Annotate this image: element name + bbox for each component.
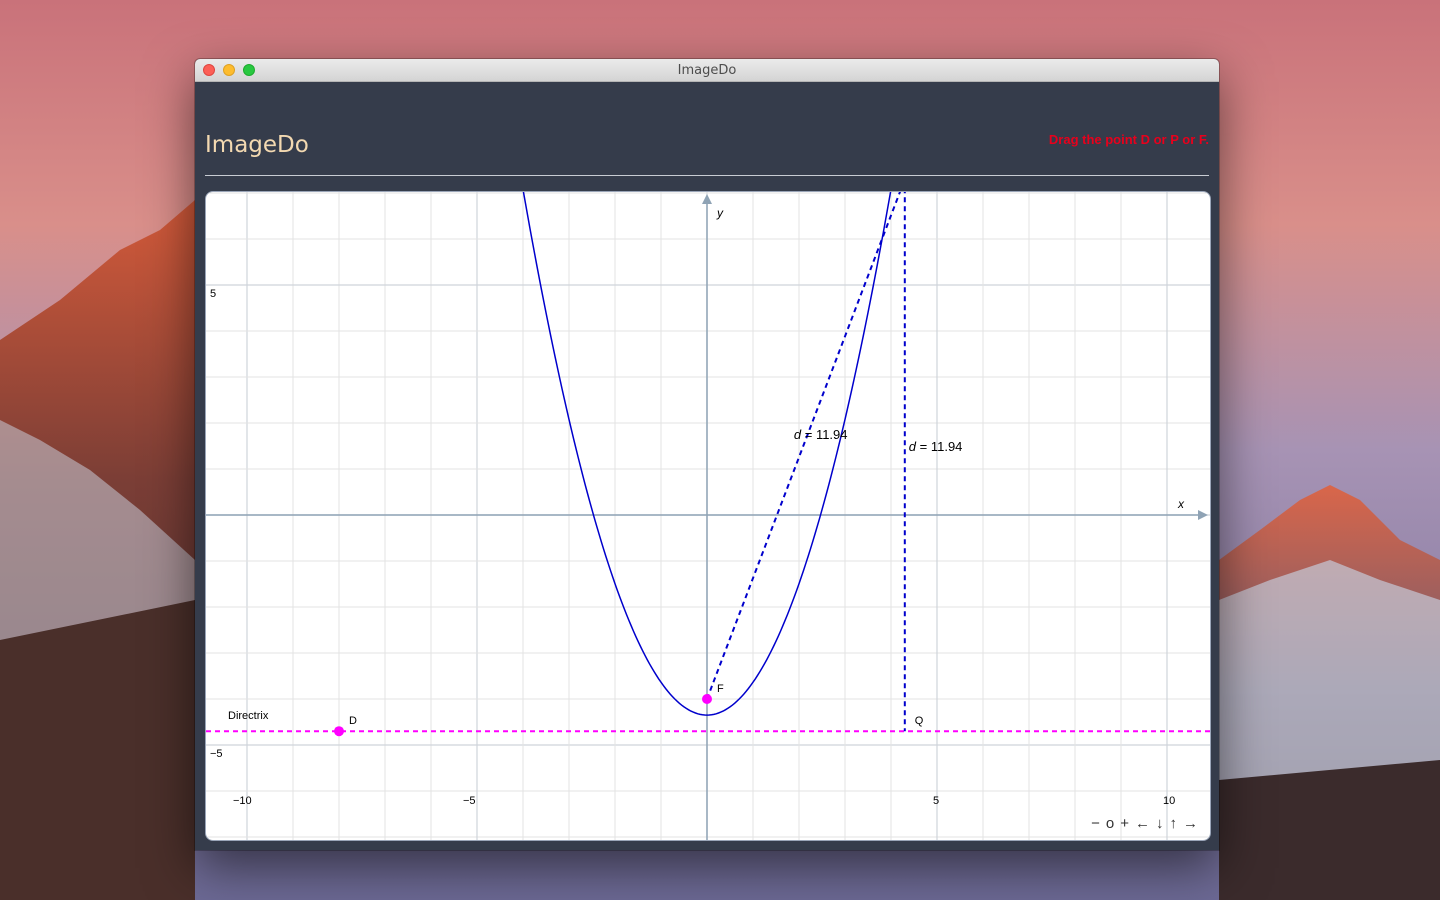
app-window: ImageDo ImageDo Drag the point D or P or… <box>195 59 1219 850</box>
segment-PF <box>706 192 901 700</box>
x-axis-arrow <box>1198 510 1208 520</box>
y-axis-label: y <box>716 206 724 220</box>
y-tick-label: 5 <box>210 288 216 300</box>
directrix-label: Directrix <box>228 710 269 722</box>
pan-down-button[interactable]: ↓ <box>1154 815 1166 832</box>
distance-PF-value: = 11.94 <box>801 427 847 442</box>
y-axis-arrow <box>702 194 712 204</box>
pan-up-button[interactable]: ↑ <box>1168 815 1180 832</box>
pan-left-button[interactable]: ← <box>1133 815 1152 832</box>
header-divider <box>205 175 1209 176</box>
x-tick-label: 5 <box>933 795 939 807</box>
point-F-label: F <box>717 683 724 695</box>
x-tick-label: 10 <box>1163 795 1175 807</box>
zoom-in-button[interactable]: + <box>1118 815 1131 832</box>
point-D[interactable] <box>334 726 344 737</box>
zoom-out-button[interactable]: − <box>1089 815 1102 832</box>
board-navigation: − o + ← ↓ ↑ → <box>1089 815 1200 832</box>
plot-canvas[interactable]: x y −10 −5 5 10 5 −5 Directrix d = 11.94 d = 11.94… <box>206 192 1210 840</box>
distance-PQ-value: = 11.94 <box>916 439 962 454</box>
x-tick-label: −10 <box>233 795 252 807</box>
y-tick-label: −5 <box>210 748 223 760</box>
x-tick-label: −5 <box>463 795 476 807</box>
grid <box>206 192 1210 840</box>
geometry-board[interactable]: x y −10 −5 5 10 5 −5 Directrix d = 11.94 d = 11.94… <box>205 191 1211 841</box>
window-title: ImageDo <box>677 63 737 78</box>
instruction-text: Drag the point D or P or F. <box>1048 132 1209 147</box>
zoom-reset-button[interactable]: o <box>1104 815 1116 832</box>
window-titlebar[interactable]: ImageDo <box>195 59 1219 82</box>
point-F[interactable] <box>702 694 712 704</box>
distance-PQ-label: d = 11.94 <box>909 439 963 454</box>
pan-right-button[interactable]: → <box>1181 815 1200 832</box>
point-D-label: D <box>349 715 357 727</box>
point-Q-label: Q <box>915 715 924 727</box>
app-title: ImageDo <box>205 132 309 158</box>
distance-PF-label: d = 11.94 <box>794 427 848 442</box>
x-axis-label: x <box>1177 497 1185 511</box>
